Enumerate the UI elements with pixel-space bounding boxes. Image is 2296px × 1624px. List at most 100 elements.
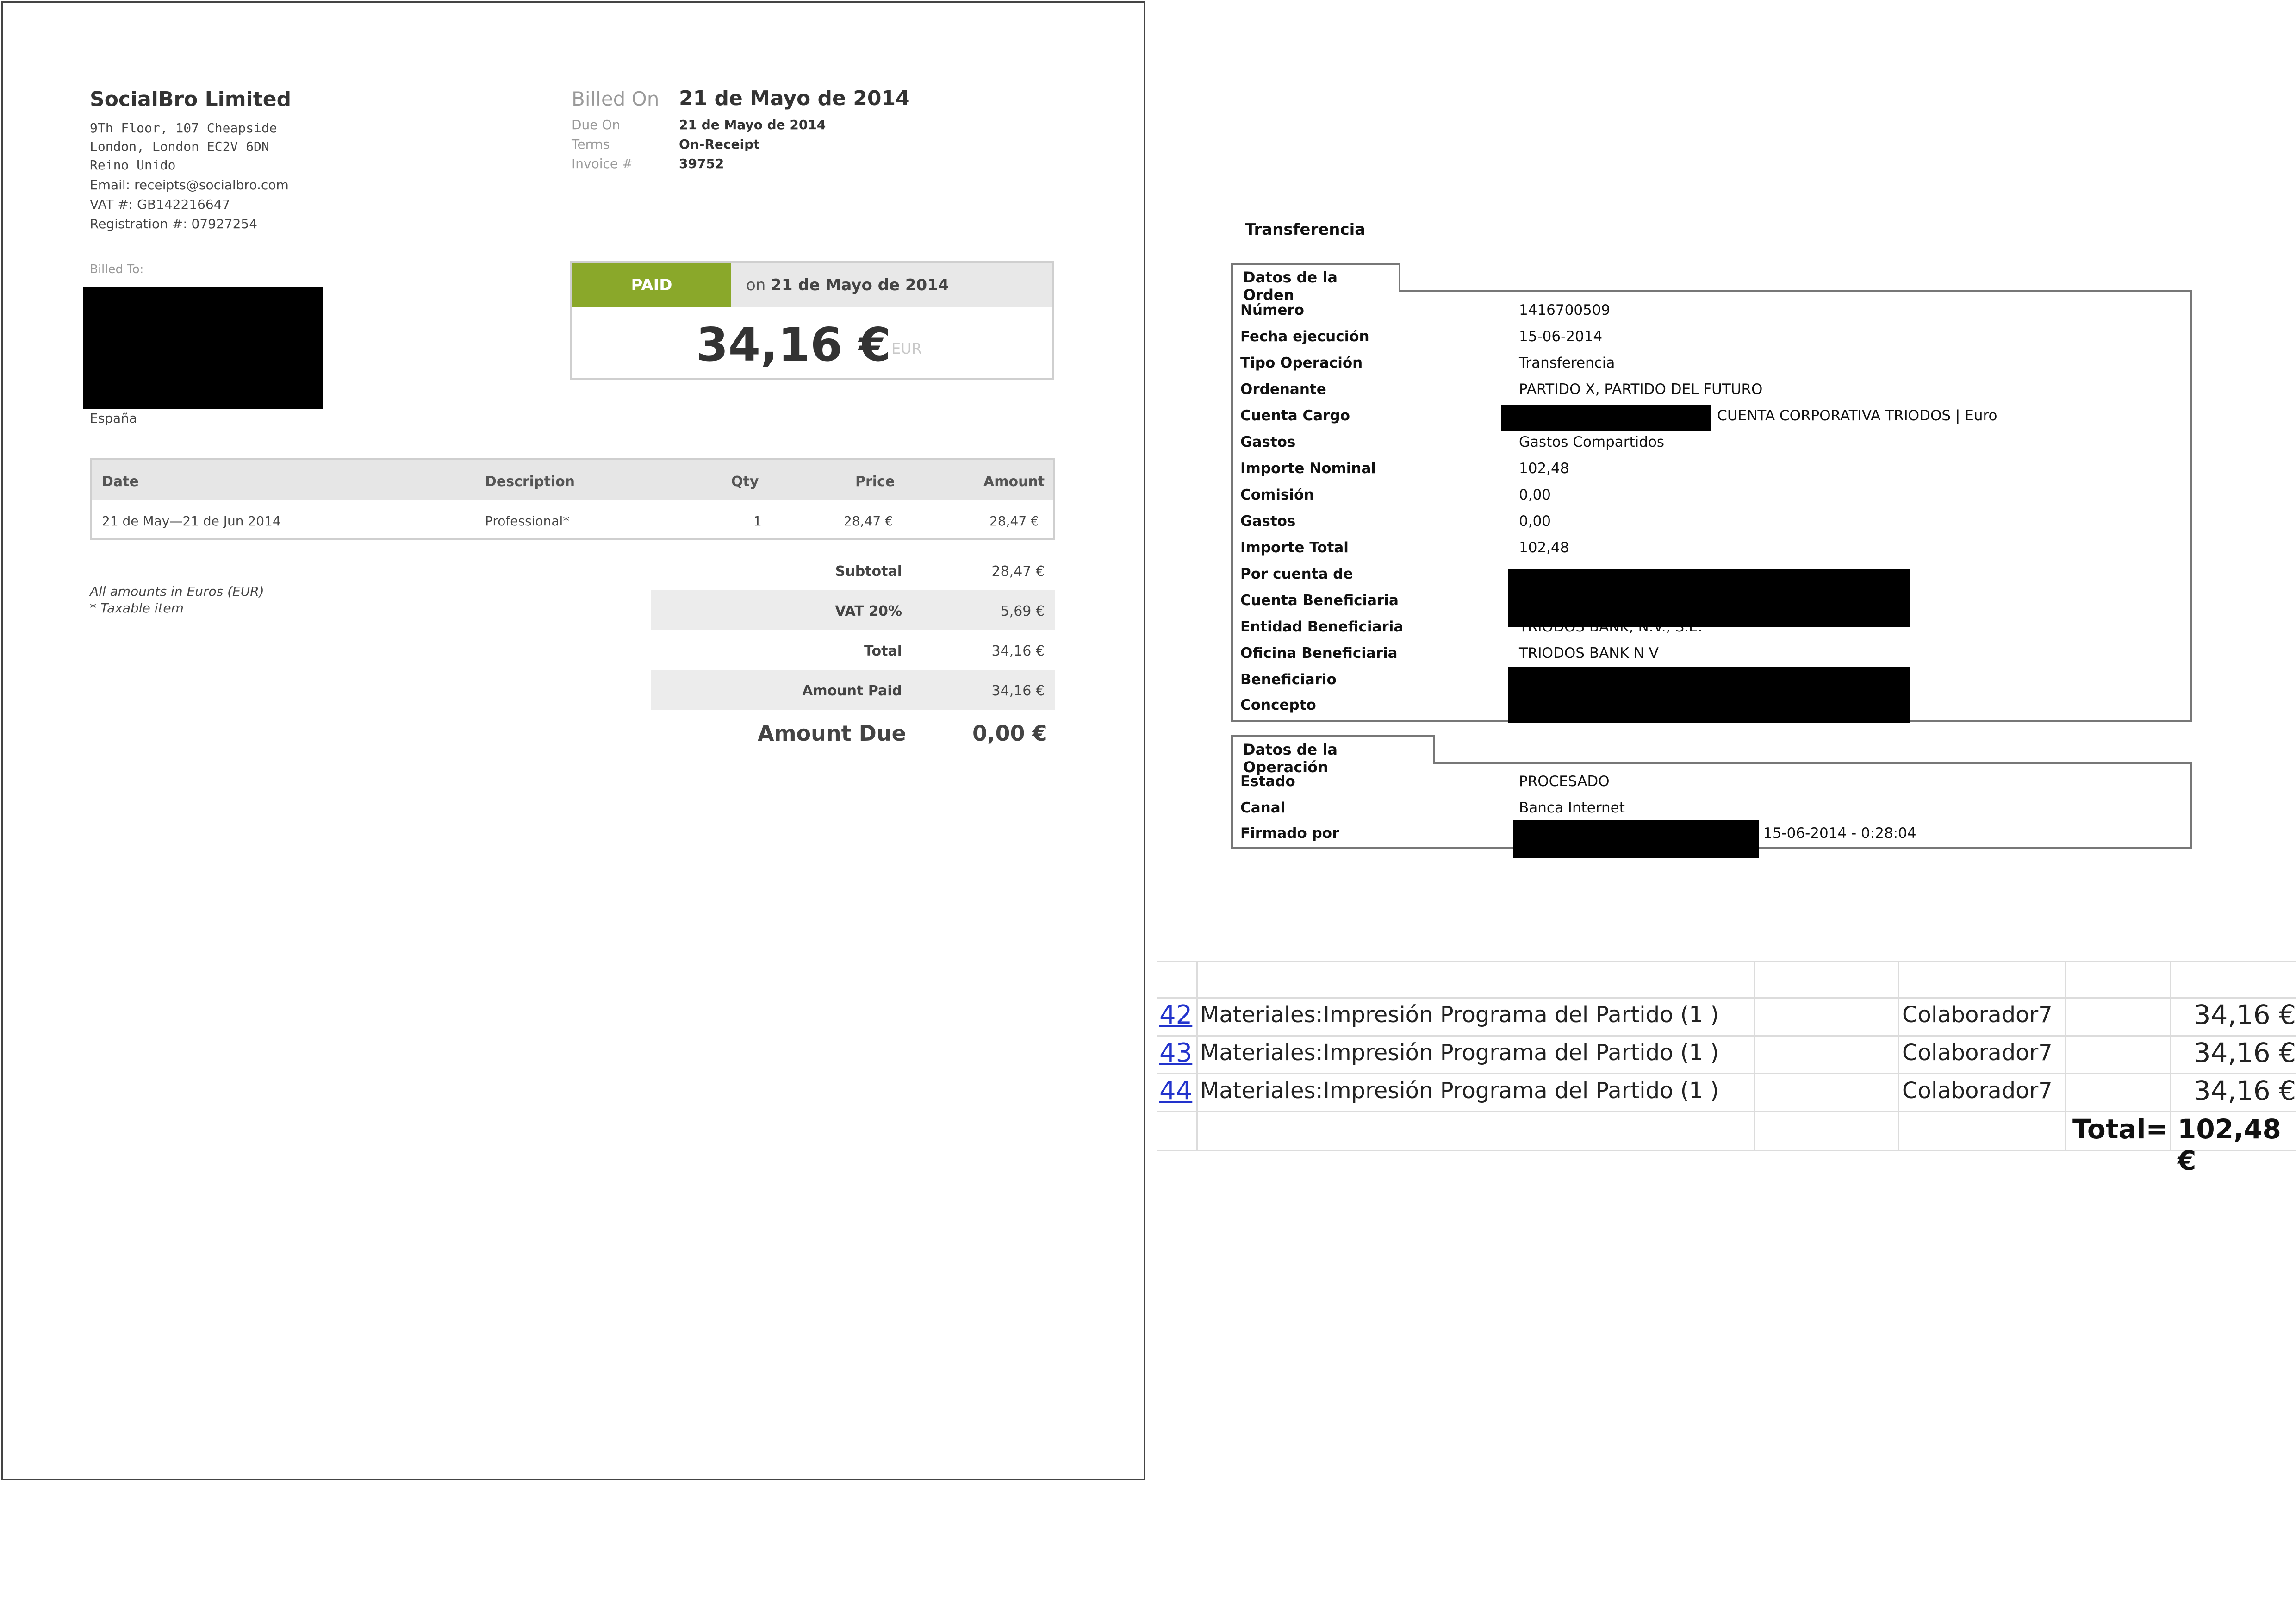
grid-line: [1898, 961, 1899, 1150]
order-section-tab: Datos de la Orden: [1231, 263, 1400, 304]
field-label: Gastos: [1240, 434, 1296, 450]
summary-subtotal: Subtotal 28,47 €: [651, 550, 1055, 590]
grid-line: [2065, 961, 2066, 1150]
paid-status-box: PAID on 21 de Mayo de 2014 34,16 € EUR: [570, 261, 1054, 380]
field-label: Cuenta Cargo: [1240, 407, 1350, 424]
field-value: Banca Internet: [1519, 800, 1625, 816]
row-collaborator: Colaborador7: [1902, 1078, 2053, 1104]
billed-to-country: España: [90, 411, 137, 426]
summary-value: 5,69 €: [1000, 603, 1045, 619]
redaction-block: [83, 287, 323, 409]
field-value: 102,48: [1519, 460, 1569, 477]
billed-to-label: Billed To:: [90, 262, 144, 276]
row-description: Materiales:Impresión Programa del Partid…: [1200, 1040, 1719, 1066]
field-value: 102,48: [1519, 539, 1569, 556]
field-label: Comisión: [1240, 487, 1314, 503]
terms-value: On-Receipt: [679, 137, 760, 152]
paid-on-date: 21 de Mayo de 2014: [771, 276, 949, 294]
due-on-label: Due On: [572, 117, 621, 132]
field-value: | CUENTA CORPORATIVA TRIODOS | Euro: [1708, 407, 1997, 424]
field-label: Beneficiario: [1240, 671, 1337, 688]
row-collaborator: Colaborador7: [1902, 1002, 2053, 1028]
grid-line: [1196, 961, 1198, 1150]
row-amount: 34,16 €: [2193, 999, 2296, 1031]
grid-line: [1157, 1150, 2296, 1151]
field-label: Importe Nominal: [1240, 460, 1376, 477]
grid-line: [1157, 1073, 2296, 1074]
invoice-number-label: Invoice #: [572, 156, 633, 171]
cell-description: Professional*: [485, 513, 570, 529]
field-value: 15-06-2014: [1519, 328, 1603, 345]
transfer-title: Transferencia: [1245, 220, 1366, 239]
taxable-note: * Taxable item: [90, 600, 184, 616]
grid-line: [2170, 961, 2171, 1150]
field-label: Canal: [1240, 800, 1286, 816]
operation-section-tab: Datos de la Operación: [1231, 735, 1435, 776]
row-description: Materiales:Impresión Programa del Partid…: [1200, 1078, 1719, 1104]
field-label: Oficina Beneficiaria: [1240, 645, 1398, 662]
company-vat: VAT #: GB142216647: [90, 197, 230, 212]
column-header-qty: Qty: [731, 474, 759, 490]
redaction-block: [1508, 667, 1910, 723]
row-number-link[interactable]: 44: [1159, 1076, 1192, 1106]
invoice-page: SocialBro Limited 9Th Floor, 107 Cheapsi…: [1, 1, 1145, 1480]
paid-on-prefix: on: [746, 276, 766, 294]
column-header-price: Price: [855, 474, 895, 490]
summary-value: 28,47 €: [991, 563, 1045, 580]
row-number-link[interactable]: 43: [1159, 1038, 1192, 1068]
summary-label: Amount Paid: [802, 683, 902, 699]
billed-on-label: Billed On: [572, 87, 660, 110]
cell-price: 28,47 €: [844, 513, 893, 529]
field-value: TRIODOS BANK N V: [1519, 645, 1659, 662]
paid-on-text: on 21 de Mayo de 2014: [746, 276, 949, 294]
field-label: Firmado por: [1240, 825, 1339, 842]
cell-date: 21 de May—21 de Jun 2014: [102, 513, 281, 529]
summary-total: Total 34,16 €: [651, 630, 1055, 670]
row-amount: 34,16 €: [2193, 1037, 2296, 1068]
field-label: Tipo Operación: [1240, 355, 1363, 371]
grid-line: [1157, 961, 2296, 962]
currency-note: All amounts in Euros (EUR): [90, 584, 264, 599]
field-value: 0,00: [1519, 513, 1551, 530]
redaction-block: [1513, 820, 1759, 858]
line-items-table: Date Description Qty Price Amount 21 de …: [90, 458, 1055, 540]
row-collaborator: Colaborador7: [1902, 1040, 2053, 1066]
field-label: Concepto: [1240, 697, 1316, 713]
sheet-total-value: 102,48 €: [2178, 1113, 2281, 1176]
field-value: Transferencia: [1519, 355, 1615, 371]
terms-label: Terms: [572, 137, 610, 152]
cell-amount: 28,47 €: [989, 513, 1039, 529]
summary-value: 34,16 €: [991, 643, 1045, 659]
grid-line: [1157, 1111, 2296, 1112]
address-line: London, London EC2V 6DN: [90, 139, 269, 154]
field-value: PARTIDO X, PARTIDO DEL FUTURO: [1519, 381, 1763, 398]
row-number-link[interactable]: 42: [1159, 1000, 1192, 1030]
field-label: Por cuenta de: [1240, 566, 1353, 582]
summary-label: Total: [864, 643, 902, 659]
company-email: Email: receipts@socialbro.com: [90, 177, 289, 193]
field-label: Ordenante: [1240, 381, 1326, 398]
row-amount: 34,16 €: [2193, 1075, 2296, 1106]
field-label: Fecha ejecución: [1240, 328, 1369, 345]
field-label: Entidad Beneficiaria: [1240, 618, 1404, 635]
field-value: 0,00: [1519, 487, 1551, 503]
grid-line: [1157, 997, 2296, 999]
sheet-total-label: Total=: [2072, 1113, 2169, 1145]
paid-badge: PAID: [572, 263, 731, 307]
amount-due-value: 0,00 €: [972, 721, 1047, 746]
amount-due-label: Amount Due: [758, 721, 906, 746]
summary-vat: VAT 20% 5,69 €: [651, 590, 1055, 630]
column-header-amount: Amount: [983, 474, 1045, 490]
field-value: Gastos Compartidos: [1519, 434, 1665, 450]
summary-amount-paid: Amount Paid 34,16 €: [651, 670, 1055, 710]
paid-amount: 34,16 €: [696, 318, 891, 372]
redaction-block: [1508, 569, 1910, 627]
redaction-block: [1501, 405, 1711, 431]
field-label: Cuenta Beneficiaria: [1240, 592, 1399, 609]
cell-qty: 1: [753, 513, 762, 529]
grid-line: [1754, 961, 1755, 1150]
field-label: Gastos: [1240, 513, 1296, 530]
field-value: 1416700509: [1519, 302, 1611, 319]
company-registration: Registration #: 07927254: [90, 216, 258, 231]
row-description: Materiales:Impresión Programa del Partid…: [1200, 1002, 1719, 1028]
